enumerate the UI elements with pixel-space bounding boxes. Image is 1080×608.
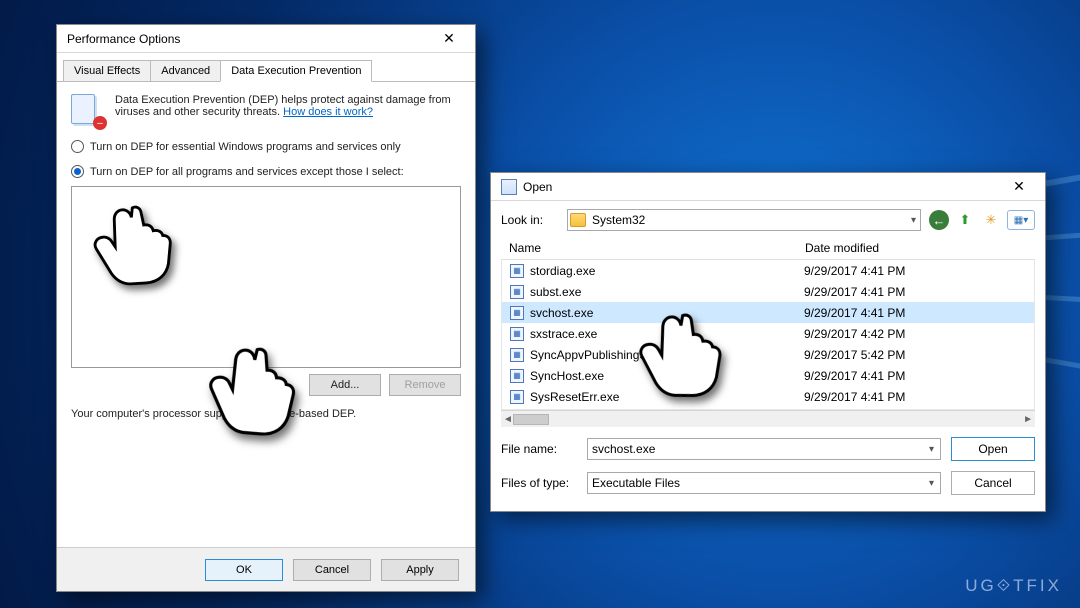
scroll-right-icon[interactable]: ► (1023, 414, 1033, 425)
radio-label: Turn on DEP for essential Windows progra… (90, 141, 401, 153)
file-date: 9/29/2017 5:42 PM (804, 348, 905, 362)
remove-button: Remove (389, 374, 461, 396)
file-row[interactable]: ▦ SyncAppvPublishingServer.exe9/29/2017 5… (502, 344, 1034, 365)
ok-button[interactable]: OK (205, 559, 283, 581)
radio-essential-only[interactable]: Turn on DEP for essential Windows progra… (71, 140, 461, 153)
chevron-down-icon[interactable]: ▾ (929, 444, 934, 455)
filetype-value: Executable Files (592, 476, 680, 490)
file-name: stordiag.exe (530, 264, 804, 278)
file-row[interactable]: ▦ subst.exe9/29/2017 4:41 PM (502, 281, 1034, 302)
dialog-button-bar: OK Cancel Apply (57, 547, 475, 591)
open-file-dialog: Open ✕ Look in: System32 ▾ ← ⬆ ✳ ▦▾ Name… (490, 172, 1046, 512)
tabstrip: Visual Effects Advanced Data Execution P… (57, 53, 475, 82)
tab-visual-effects[interactable]: Visual Effects (63, 60, 151, 81)
file-name: subst.exe (530, 285, 804, 299)
radio-all-except[interactable]: Turn on DEP for all programs and service… (71, 165, 461, 178)
file-row[interactable]: ▦ SysResetErr.exe9/29/2017 4:41 PM (502, 386, 1034, 407)
scroll-left-icon[interactable]: ◄ (503, 414, 513, 425)
close-button[interactable]: ✕ (429, 28, 469, 50)
file-name: SyncAppvPublishingServer.exe (530, 348, 804, 362)
up-one-level-icon[interactable]: ⬆ (955, 210, 975, 230)
horizontal-scrollbar[interactable]: ◄ ► (501, 410, 1035, 427)
file-name: svchost.exe (530, 306, 804, 320)
file-date: 9/29/2017 4:41 PM (804, 390, 905, 404)
tab-dep[interactable]: Data Execution Prevention (220, 60, 372, 82)
performance-options-window: Performance Options ✕ Visual Effects Adv… (56, 24, 476, 592)
filename-input[interactable]: svchost.exe ▾ (587, 438, 941, 460)
window-title: Performance Options (67, 32, 180, 46)
file-date: 9/29/2017 4:41 PM (804, 285, 905, 299)
cancel-button[interactable]: Cancel (951, 471, 1035, 495)
file-name: SysResetErr.exe (530, 390, 804, 404)
file-date: 9/29/2017 4:41 PM (804, 369, 905, 383)
how-does-it-work-link[interactable]: How does it work? (283, 106, 373, 118)
file-date: 9/29/2017 4:41 PM (804, 264, 905, 278)
radio-icon-selected (71, 165, 84, 178)
open-button[interactable]: Open (951, 437, 1035, 461)
file-list[interactable]: ▦stordiag.exe9/29/2017 4:41 PM▦subst.exe… (501, 260, 1035, 410)
dep-exception-list[interactable] (71, 186, 461, 368)
dep-panel: – Data Execution Prevention (DEP) helps … (57, 82, 475, 432)
radio-label: Turn on DEP for all programs and service… (90, 166, 404, 178)
exe-icon: ▦ (510, 390, 524, 404)
col-name[interactable]: Name (509, 241, 805, 255)
lookin-combo[interactable]: System32 ▾ (567, 209, 921, 231)
file-name: SyncHost.exe (530, 369, 804, 383)
exe-icon: ▦ (510, 348, 524, 362)
file-row[interactable]: ▦ SyncHost.exe9/29/2017 4:41 PM (502, 365, 1034, 386)
file-date: 9/29/2017 4:42 PM (804, 327, 905, 341)
file-row[interactable]: ▦ svchost.exe9/29/2017 4:41 PM (502, 302, 1034, 323)
titlebar[interactable]: Performance Options ✕ (57, 25, 475, 53)
tab-advanced[interactable]: Advanced (150, 60, 221, 81)
exe-icon: ▦ (510, 327, 524, 341)
radio-icon (71, 140, 84, 153)
dep-support-note: Your computer's processor supports hardw… (71, 408, 461, 420)
add-button[interactable]: Add... (309, 374, 381, 396)
views-menu-icon[interactable]: ▦▾ (1007, 210, 1035, 230)
exe-icon: ▦ (510, 369, 524, 383)
filetype-combo[interactable]: Executable Files ▾ (587, 472, 941, 494)
exe-icon: ▦ (510, 264, 524, 278)
watermark: UG⟐TFIX (965, 576, 1062, 596)
filetype-label: Files of type: (501, 476, 577, 490)
scroll-thumb[interactable] (513, 414, 549, 425)
chevron-down-icon[interactable]: ▾ (929, 478, 934, 489)
back-icon[interactable]: ← (929, 210, 949, 230)
chevron-down-icon: ▾ (911, 215, 916, 226)
cancel-button[interactable]: Cancel (293, 559, 371, 581)
close-button[interactable]: ✕ (999, 176, 1039, 198)
file-list-header[interactable]: Name Date modified (501, 237, 1035, 260)
lookin-label: Look in: (501, 213, 559, 227)
exe-icon: ▦ (510, 306, 524, 320)
filename-label: File name: (501, 442, 577, 456)
filename-value: svchost.exe (592, 442, 655, 456)
lookin-value: System32 (592, 213, 645, 227)
dep-description: Data Execution Prevention (DEP) helps pr… (115, 94, 461, 128)
exe-icon: ▦ (510, 285, 524, 299)
file-name: sxstrace.exe (530, 327, 804, 341)
new-folder-icon[interactable]: ✳ (981, 210, 1001, 230)
apply-button[interactable]: Apply (381, 559, 459, 581)
dialog-icon (501, 179, 517, 195)
file-row[interactable]: ▦ sxstrace.exe9/29/2017 4:42 PM (502, 323, 1034, 344)
window-title: Open (523, 180, 552, 194)
col-date[interactable]: Date modified (805, 241, 879, 255)
titlebar[interactable]: Open ✕ (491, 173, 1045, 201)
file-row[interactable]: ▦ stordiag.exe9/29/2017 4:41 PM (502, 260, 1034, 281)
dep-shield-icon: – (71, 94, 105, 128)
file-date: 9/29/2017 4:41 PM (804, 306, 905, 320)
folder-icon (570, 213, 586, 227)
